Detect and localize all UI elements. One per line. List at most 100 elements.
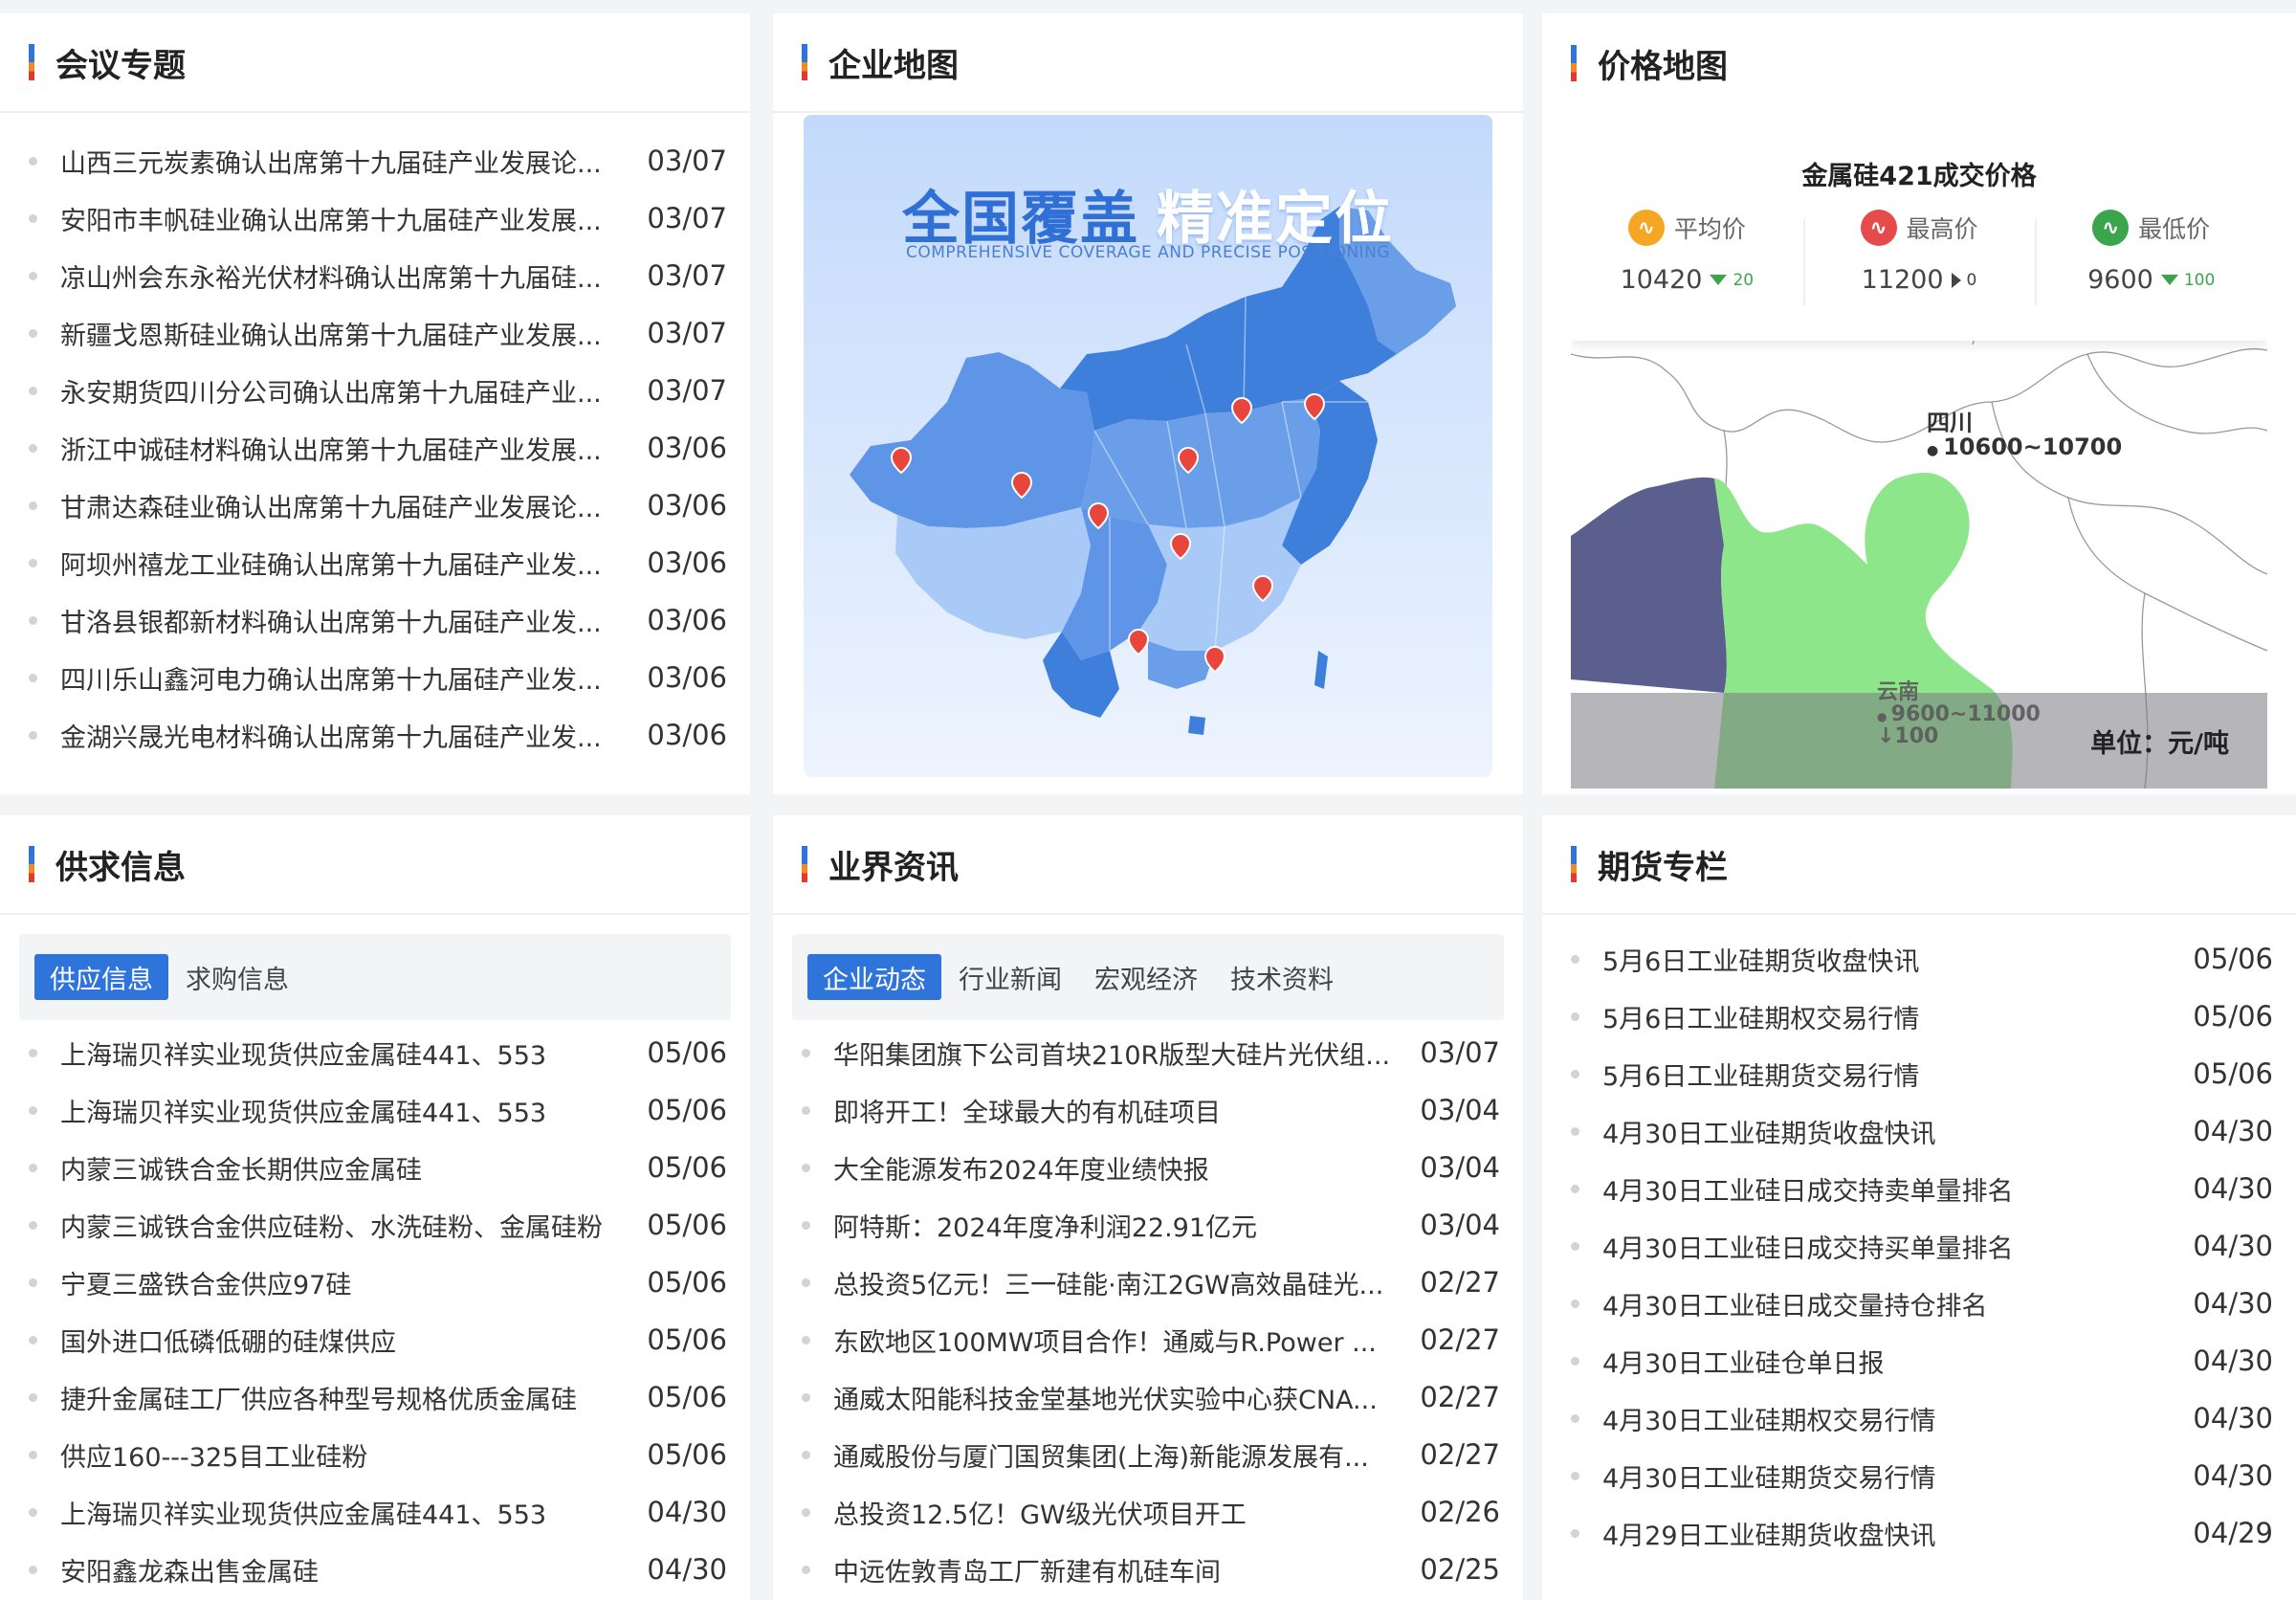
list-item[interactable]: 内蒙三诚铁合金供应硅粉、水洗硅粉、金属硅粉 05/06 — [29, 1196, 727, 1254]
list-item-title[interactable]: 通威太阳能科技金堂基地光伏实验中心获CNA... — [833, 1379, 1420, 1416]
list-item-title[interactable]: 4月30日工业硅日成交持卖单量排名 — [1602, 1170, 2193, 1208]
list-item-title[interactable]: 4月30日工业硅期货收盘快讯 — [1602, 1113, 2193, 1150]
list-item[interactable]: 甘洛县银都新材料确认出席第十九届硅产业发... 03/06 — [29, 591, 727, 649]
list-item-title[interactable]: 4月30日工业硅期权交易行情 — [1602, 1400, 2193, 1437]
list-item[interactable]: 5月6日工业硅期货交易行情 05/06 — [1571, 1045, 2273, 1102]
meeting-title[interactable]: 会议专题 — [55, 39, 186, 86]
list-item[interactable]: 阿坝州禧龙工业硅确认出席第十九届硅产业发... 03/06 — [29, 534, 727, 591]
list-item[interactable]: 甘肃达森硅业确认出席第十九届硅产业发展论... 03/06 — [29, 477, 727, 534]
list-item-title[interactable]: 安阳鑫龙森出售金属硅 — [60, 1551, 647, 1589]
list-item[interactable]: 总投资12.5亿！GW级光伏项目开工 02/26 — [802, 1483, 1500, 1541]
list-item[interactable]: 永安期货四川分公司确认出席第十九届硅产业... 03/07 — [29, 362, 727, 419]
list-item[interactable]: 金湖兴晟光电材料确认出席第十九届硅产业发... 03/06 — [29, 706, 727, 764]
list-item-title[interactable]: 5月6日工业硅期货交易行情 — [1602, 1056, 2193, 1093]
list-item-title[interactable]: 供应160---325目工业硅粉 — [60, 1436, 647, 1474]
tab-0[interactable]: 企业动态 — [807, 954, 941, 1000]
tab-0[interactable]: 供应信息 — [34, 954, 168, 1000]
list-item-title[interactable]: 5月6日工业硅期货收盘快讯 — [1602, 941, 2193, 978]
list-item-title[interactable]: 中远佐敦青岛工厂新建有机硅车间 — [833, 1551, 1420, 1589]
list-item-title[interactable]: 4月30日工业硅期货交易行情 — [1602, 1457, 2193, 1495]
supply-title[interactable]: 供求信息 — [55, 841, 186, 888]
enterprise-map-title[interactable]: 企业地图 — [828, 39, 959, 86]
list-item-title[interactable]: 4月29日工业硅期货收盘快讯 — [1602, 1515, 2193, 1552]
list-item-title[interactable]: 上海瑞贝祥实业现货供应金属硅441、553 — [60, 1494, 647, 1531]
list-item[interactable]: 新疆戈恩斯硅业确认出席第十九届硅产业发展... 03/07 — [29, 304, 727, 362]
price-map-area[interactable]: 金属硅421成交价格 ∿ 平均价 10420 20 ∿ 最高价 11200 0 … — [1571, 115, 2267, 789]
list-item-title[interactable]: 宁夏三盛铁合金供应97硅 — [60, 1264, 647, 1301]
list-item[interactable]: 4月30日工业硅仓单日报 04/30 — [1571, 1332, 2273, 1389]
list-item-title[interactable]: 4月30日工业硅仓单日报 — [1602, 1343, 2193, 1380]
list-item[interactable]: 安阳市丰帆硅业确认出席第十九届硅产业发展... 03/07 — [29, 189, 727, 247]
list-item[interactable]: 捷升金属硅工厂供应各种型号规格优质金属硅 05/06 — [29, 1368, 727, 1426]
list-item[interactable]: 华阳集团旗下公司首块210R版型大硅片光伏组... 03/07 — [802, 1024, 1500, 1081]
list-item[interactable]: 四川乐山鑫河电力确认出席第十九届硅产业发... 03/06 — [29, 649, 727, 706]
list-item-title[interactable]: 新疆戈恩斯硅业确认出席第十九届硅产业发展... — [60, 315, 647, 352]
list-item-title[interactable]: 阿特斯：2024年度净利润22.91亿元 — [833, 1207, 1420, 1244]
list-item-title[interactable]: 金湖兴晟光电材料确认出席第十九届硅产业发... — [60, 717, 647, 754]
list-item-title[interactable]: 国外进口低磷低硼的硅煤供应 — [60, 1322, 647, 1359]
list-item-title[interactable]: 总投资12.5亿！GW级光伏项目开工 — [833, 1494, 1420, 1531]
list-item[interactable]: 4月30日工业硅期权交易行情 04/30 — [1571, 1389, 2273, 1447]
list-item[interactable]: 上海瑞贝祥实业现货供应金属硅441、553 04/30 — [29, 1483, 727, 1541]
list-item-title[interactable]: 永安期货四川分公司确认出席第十九届硅产业... — [60, 372, 647, 410]
list-item[interactable]: 宁夏三盛铁合金供应97硅 05/06 — [29, 1254, 727, 1311]
list-item[interactable]: 4月30日工业硅期货收盘快讯 04/30 — [1571, 1102, 2273, 1160]
list-item-title[interactable]: 上海瑞贝祥实业现货供应金属硅441、553 — [60, 1092, 647, 1129]
list-item[interactable]: 大全能源发布2024年度业绩快报 03/04 — [802, 1139, 1500, 1196]
list-item-title[interactable]: 甘洛县银都新材料确认出席第十九届硅产业发... — [60, 602, 647, 639]
list-item[interactable]: 4月29日工业硅期货收盘快讯 04/29 — [1571, 1504, 2273, 1562]
list-item-title[interactable]: 4月30日工业硅日成交持买单量排名 — [1602, 1228, 2193, 1265]
list-item-title[interactable]: 凉山州会东永裕光伏材料确认出席第十九届硅... — [60, 257, 647, 295]
tab-1[interactable]: 行业新闻 — [943, 954, 1077, 1000]
list-item-title[interactable]: 华阳集团旗下公司首块210R版型大硅片光伏组... — [833, 1034, 1420, 1072]
list-item-title[interactable]: 即将开工！全球最大的有机硅项目 — [833, 1092, 1420, 1129]
industry-title[interactable]: 业界资讯 — [828, 841, 959, 888]
list-item[interactable]: 总投资5亿元！三一硅能·南江2GW高效晶硅光... 02/27 — [802, 1254, 1500, 1311]
list-item-title[interactable]: 内蒙三诚铁合金长期供应金属硅 — [60, 1149, 647, 1187]
list-item-title[interactable]: 山西三元炭素确认出席第十九届硅产业发展论... — [60, 143, 647, 180]
tab-3[interactable]: 技术资料 — [1215, 954, 1349, 1000]
list-item-title[interactable]: 5月6日工业硅期权交易行情 — [1602, 998, 2193, 1035]
list-item[interactable]: 供应160---325目工业硅粉 05/06 — [29, 1426, 727, 1483]
list-item[interactable]: 内蒙三诚铁合金长期供应金属硅 05/06 — [29, 1139, 727, 1196]
list-item-title[interactable]: 大全能源发布2024年度业绩快报 — [833, 1149, 1420, 1187]
list-item[interactable]: 通威股份与厦门国贸集团(上海)新能源发展有... 02/27 — [802, 1426, 1500, 1483]
list-item[interactable]: 浙江中诚硅材料确认出席第十九届硅产业发展... 03/06 — [29, 419, 727, 477]
list-item-title[interactable]: 4月30日工业硅日成交量持仓排名 — [1602, 1285, 2193, 1322]
tab-2[interactable]: 宏观经济 — [1079, 954, 1213, 1000]
list-item[interactable]: 上海瑞贝祥实业现货供应金属硅441、553 05/06 — [29, 1081, 727, 1139]
list-item[interactable]: 国外进口低磷低硼的硅煤供应 05/06 — [29, 1311, 727, 1368]
list-item-title[interactable]: 总投资5亿元！三一硅能·南江2GW高效晶硅光... — [833, 1264, 1420, 1301]
list-item[interactable]: 上海瑞贝祥实业现货供应金属硅441、553 05/06 — [29, 1024, 727, 1081]
list-item[interactable]: 5月6日工业硅期货收盘快讯 05/06 — [1571, 930, 2273, 988]
list-item[interactable]: 凉山州会东永裕光伏材料确认出席第十九届硅... 03/07 — [29, 247, 727, 304]
price-map-title[interactable]: 价格地图 — [1598, 40, 1728, 87]
list-item-title[interactable]: 安阳市丰帆硅业确认出席第十九届硅产业发展... — [60, 200, 647, 237]
list-item-title[interactable]: 甘肃达森硅业确认出席第十九届硅产业发展论... — [60, 487, 647, 524]
tab-1[interactable]: 求购信息 — [170, 954, 304, 1000]
list-item-title[interactable]: 阿坝州禧龙工业硅确认出席第十九届硅产业发... — [60, 544, 647, 582]
enterprise-map-banner[interactable]: 全国覆盖 精准定位 COMPREHENSIVE COVERAGE AND PREC… — [804, 115, 1492, 777]
list-item-title[interactable]: 东欧地区100MW项目合作！通威与R.Power ... — [833, 1322, 1420, 1359]
list-item-title[interactable]: 捷升金属硅工厂供应各种型号规格优质金属硅 — [60, 1379, 647, 1416]
list-item[interactable]: 5月6日工业硅期权交易行情 05/06 — [1571, 988, 2273, 1045]
list-item-title[interactable]: 浙江中诚硅材料确认出席第十九届硅产业发展... — [60, 430, 647, 467]
list-item[interactable]: 阿特斯：2024年度净利润22.91亿元 03/04 — [802, 1196, 1500, 1254]
futures-title[interactable]: 期货专栏 — [1598, 841, 1728, 888]
list-item[interactable]: 安阳鑫龙森出售金属硅 04/30 — [29, 1541, 727, 1598]
list-item[interactable]: 山西三元炭素确认出席第十九届硅产业发展论... 03/07 — [29, 132, 727, 189]
list-item[interactable]: 4月30日工业硅期货交易行情 04/30 — [1571, 1447, 2273, 1504]
list-item[interactable]: 4月30日工业硅日成交持买单量排名 04/30 — [1571, 1217, 2273, 1275]
yunnan-label[interactable]: 云南 ● 9600~11000 ↓100 — [1877, 681, 2041, 747]
list-item[interactable]: 4月30日工业硅日成交持卖单量排名 04/30 — [1571, 1160, 2273, 1217]
list-item-title[interactable]: 通威股份与厦门国贸集团(上海)新能源发展有... — [833, 1436, 1420, 1474]
list-item[interactable]: 4月30日工业硅日成交量持仓排名 04/30 — [1571, 1275, 2273, 1332]
list-item-title[interactable]: 上海瑞贝祥实业现货供应金属硅441、553 — [60, 1034, 647, 1072]
list-item[interactable]: 通威太阳能科技金堂基地光伏实验中心获CNA... 02/27 — [802, 1368, 1500, 1426]
sichuan-label[interactable]: 四川 ● 10600~10700 — [1927, 411, 2122, 459]
list-item[interactable]: 东欧地区100MW项目合作！通威与R.Power ... 02/27 — [802, 1311, 1500, 1368]
list-item-title[interactable]: 四川乐山鑫河电力确认出席第十九届硅产业发... — [60, 659, 647, 697]
list-item[interactable]: 中远佐敦青岛工厂新建有机硅车间 02/25 — [802, 1541, 1500, 1598]
list-item[interactable]: 即将开工！全球最大的有机硅项目 03/04 — [802, 1081, 1500, 1139]
list-item-title[interactable]: 内蒙三诚铁合金供应硅粉、水洗硅粉、金属硅粉 — [60, 1207, 647, 1244]
